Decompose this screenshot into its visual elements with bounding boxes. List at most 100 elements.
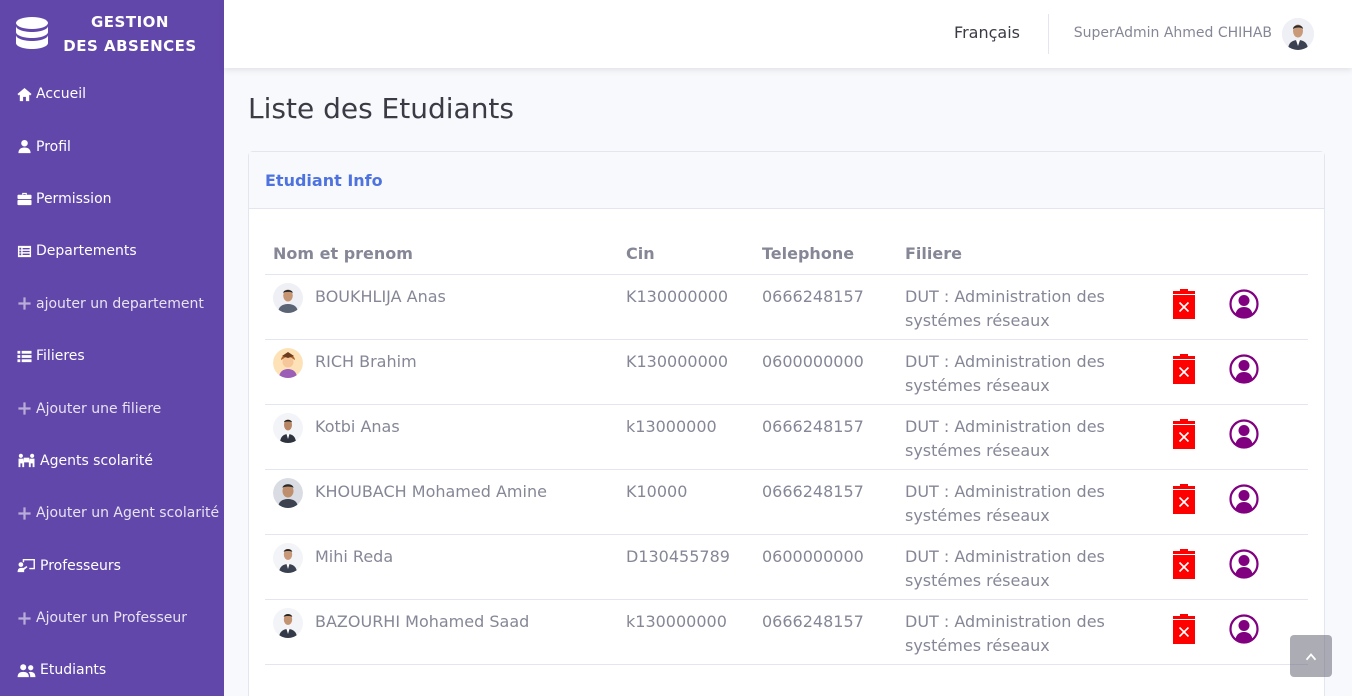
brand[interactable]: GESTION DES ABSENCES bbox=[0, 0, 224, 68]
chalkboard-teacher-icon bbox=[16, 558, 36, 574]
profile-cell bbox=[1221, 469, 1308, 535]
avatar bbox=[273, 282, 303, 313]
student-cin: k130000000 bbox=[618, 599, 754, 665]
column-header-cin: Cin bbox=[618, 233, 754, 275]
delete-cell bbox=[1165, 274, 1221, 340]
avatar bbox=[273, 607, 303, 638]
avatar bbox=[273, 542, 303, 573]
student-name-cell: BAZOURHI Mohamed Saad bbox=[265, 599, 618, 665]
topbar: Français SuperAdmin Ahmed CHIHAB bbox=[224, 0, 1352, 68]
student-name-cell: Mihi Reda bbox=[265, 534, 618, 600]
card-body: Nom et prenom Cin Telephone Filiere BOUK… bbox=[249, 209, 1324, 665]
sidebar-item-label: ajouter un departement bbox=[36, 295, 204, 312]
sidebar-item-label: Profil bbox=[36, 138, 71, 155]
students-card: Etudiant Info Nom et prenom Cin Telephon… bbox=[248, 151, 1325, 696]
students-table: Nom et prenom Cin Telephone Filiere BOUK… bbox=[265, 233, 1308, 665]
table-header-row: Nom et prenom Cin Telephone Filiere bbox=[265, 233, 1308, 275]
column-header-profile bbox=[1221, 233, 1308, 275]
sidebar-item-ajouter-departement[interactable]: ajouter un departement bbox=[0, 278, 224, 330]
table-row: Mihi Reda D130455789 0600000000 DUT : Admin… bbox=[265, 534, 1308, 600]
student-phone: 0600000000 bbox=[754, 339, 897, 405]
delete-cell bbox=[1165, 469, 1221, 535]
avatar[interactable] bbox=[1282, 18, 1314, 50]
table-row: RICH Brahim K130000000 0600000000 DUT : Adm… bbox=[265, 339, 1308, 405]
delete-icon[interactable] bbox=[1173, 483, 1195, 514]
table-row: KHOUBACH Mohamed Amine K10000 0666248157 DU… bbox=[265, 469, 1308, 535]
sidebar-item-departements[interactable]: Departements bbox=[0, 225, 224, 277]
sidebar-item-ajouter-agent[interactable]: Ajouter un Agent scolarité bbox=[0, 487, 224, 539]
student-filiere: DUT : Administration des systémes réseau… bbox=[897, 469, 1165, 535]
column-header-delete bbox=[1165, 233, 1221, 275]
sidebar-item-label: Agents scolarité bbox=[40, 452, 153, 469]
sidebar-item-etudiants[interactable]: Etudiants bbox=[0, 644, 224, 696]
chevron-up-icon bbox=[1305, 652, 1317, 660]
sidebar-item-label: Filieres bbox=[36, 348, 85, 365]
delete-icon[interactable] bbox=[1173, 613, 1195, 644]
page-title: Liste des Etudiants bbox=[248, 92, 514, 125]
topbar-divider bbox=[1048, 14, 1049, 54]
brand-line-2: DES ABSENCES bbox=[63, 37, 197, 55]
table-row: BOUKHLIJA Anas K130000000 0666248157 DUT : … bbox=[265, 274, 1308, 340]
student-name-cell: KHOUBACH Mohamed Amine bbox=[265, 469, 618, 535]
sidebar-item-label: Departements bbox=[36, 243, 137, 260]
student-name: BOUKHLIJA Anas bbox=[315, 286, 446, 306]
column-header-name: Nom et prenom bbox=[265, 233, 618, 275]
student-phone: 0600000000 bbox=[754, 534, 897, 600]
user-profile-icon[interactable] bbox=[1229, 548, 1259, 579]
student-phone: 0666248157 bbox=[754, 599, 897, 665]
student-cin: K10000 bbox=[618, 469, 754, 535]
scroll-to-top-button[interactable] bbox=[1290, 635, 1332, 677]
sidebar-item-accueil[interactable]: Accueil bbox=[0, 68, 224, 120]
card-title: Etudiant Info bbox=[265, 170, 383, 190]
sidebar-item-profil[interactable]: Profil bbox=[0, 120, 224, 172]
profile-cell bbox=[1221, 339, 1308, 405]
briefcase-icon bbox=[16, 191, 32, 207]
student-filiere: DUT : Administration des systémes réseau… bbox=[897, 339, 1165, 405]
student-filiere: DUT : Administration des systémes réseau… bbox=[897, 404, 1165, 470]
language-selector[interactable]: Français bbox=[954, 23, 1020, 42]
sidebar-item-professeurs[interactable]: Professeurs bbox=[0, 540, 224, 592]
student-name-cell: RICH Brahim bbox=[265, 339, 618, 405]
sidebar-item-permission[interactable]: Permission bbox=[0, 173, 224, 225]
delete-icon[interactable] bbox=[1173, 288, 1195, 319]
user-icon bbox=[16, 139, 32, 155]
sidebar-nav: Accueil Profil Permission Departements a… bbox=[0, 68, 224, 696]
user-profile-icon[interactable] bbox=[1229, 483, 1259, 514]
student-cin: D130455789 bbox=[618, 534, 754, 600]
user-profile-icon[interactable] bbox=[1229, 353, 1259, 384]
sidebar-item-label: Ajouter une filiere bbox=[36, 400, 162, 417]
sidebar-item-ajouter-filiere[interactable]: Ajouter une filiere bbox=[0, 382, 224, 434]
student-name: KHOUBACH Mohamed Amine bbox=[315, 481, 547, 501]
sidebar-item-ajouter-professeur[interactable]: Ajouter un Professeur bbox=[0, 592, 224, 644]
plus-icon bbox=[16, 296, 32, 312]
student-name: Kotbi Anas bbox=[315, 416, 400, 436]
user-profile-icon[interactable] bbox=[1229, 613, 1259, 644]
student-filiere: DUT : Administration des systémes réseau… bbox=[897, 534, 1165, 600]
sidebar-item-agents-scolarite[interactable]: Agents scolarité bbox=[0, 435, 224, 487]
sidebar-item-label: Professeurs bbox=[40, 557, 121, 574]
student-name: RICH Brahim bbox=[315, 351, 417, 371]
user-profile-icon[interactable] bbox=[1229, 418, 1259, 449]
sidebar-item-filieres[interactable]: Filieres bbox=[0, 330, 224, 382]
student-phone: 0666248157 bbox=[754, 469, 897, 535]
column-header-telephone: Telephone bbox=[754, 233, 897, 275]
delete-icon[interactable] bbox=[1173, 548, 1195, 579]
profile-cell bbox=[1221, 534, 1308, 600]
brand-line-1: GESTION bbox=[91, 13, 169, 31]
list-icon bbox=[16, 348, 32, 364]
database-icon bbox=[16, 17, 48, 49]
user-name[interactable]: SuperAdmin Ahmed CHIHAB bbox=[1074, 25, 1272, 41]
student-name-cell: BOUKHLIJA Anas bbox=[265, 274, 618, 340]
user-profile-icon[interactable] bbox=[1229, 288, 1259, 319]
card-header: Etudiant Info bbox=[249, 152, 1324, 209]
sidebar-item-label: Permission bbox=[36, 190, 112, 207]
sidebar: GESTION DES ABSENCES Accueil Profil Perm… bbox=[0, 0, 224, 696]
delete-cell bbox=[1165, 599, 1221, 665]
sidebar-item-label: Accueil bbox=[36, 86, 86, 103]
delete-icon[interactable] bbox=[1173, 353, 1195, 384]
sidebar-item-label: Ajouter un Agent scolarité bbox=[36, 505, 220, 522]
student-cin: k13000000 bbox=[618, 404, 754, 470]
delete-cell bbox=[1165, 404, 1221, 470]
delete-icon[interactable] bbox=[1173, 418, 1195, 449]
avatar bbox=[273, 477, 303, 508]
